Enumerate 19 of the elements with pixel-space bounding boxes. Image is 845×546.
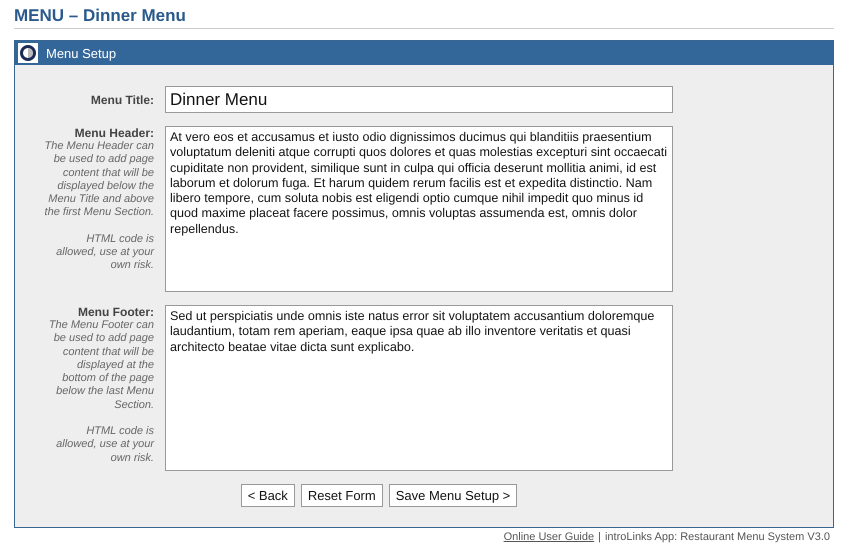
- field-label: Menu Header:: [74, 126, 154, 140]
- logo-icon: [18, 43, 38, 63]
- text-area[interactable]: At vero eos et accusamus et iusto odio dignissimos ducimus qui blanditiis praesentium voluptatum deleniti atque corrupti quos dolores et quas molestias excepturi sint occaecati cupiditate non provident, similique sunt in culpa qui officia deserunt mollitia animi, id est laborum et dolorum fuga. Et harum quidem rerum facilis est et expedita distinctio. Nam libero tempore, cum soluta nobis est eligendi optio cumque nihil impedit quo minus id quod maxime placeat facere possimus, omnis voluptas assumenda est, omnis dolor repellendus.: [165, 126, 673, 292]
- panel-title: Menu Setup: [46, 46, 116, 60]
- user-guide-link[interactable]: Online User Guide: [504, 531, 594, 543]
- form-button[interactable]: Reset Form: [300, 484, 383, 507]
- title-input[interactable]: Dinner Menu: [165, 86, 673, 113]
- help-text: HTML code is allowed, use at your own risk.: [55, 232, 154, 273]
- help-text: The Menu Header can be used to add page content that will be displayed below the Menu Title and above the first Menu Section.: [44, 140, 154, 220]
- field-label: Menu Footer:: [77, 305, 154, 319]
- app-version: introLinks App: Restaurant Menu System V3.0: [604, 531, 830, 543]
- separator: |: [598, 531, 601, 543]
- help-text: HTML code is allowed, use at your own risk.: [55, 425, 154, 465]
- page-title: MENU – Dinner Menu: [14, 6, 834, 29]
- help-text: The Menu Footer can be used to add page content that will be displayed at the bottom of the page below the last Menu Section.: [48, 319, 154, 412]
- form-button[interactable]: Save Menu Setup >: [388, 484, 518, 507]
- field-label: Menu Title:: [90, 92, 154, 107]
- form-button[interactable]: < Back: [240, 484, 295, 507]
- text-area[interactable]: Sed ut perspiciatis unde omnis iste natus error sit voluptatem accusantium doloremque laudantium, totam rem aperiam, eaque ipsa quae ab illo inventore veritatis et quasi architecto beatae vitae dicta sunt explicabo.: [165, 305, 673, 471]
